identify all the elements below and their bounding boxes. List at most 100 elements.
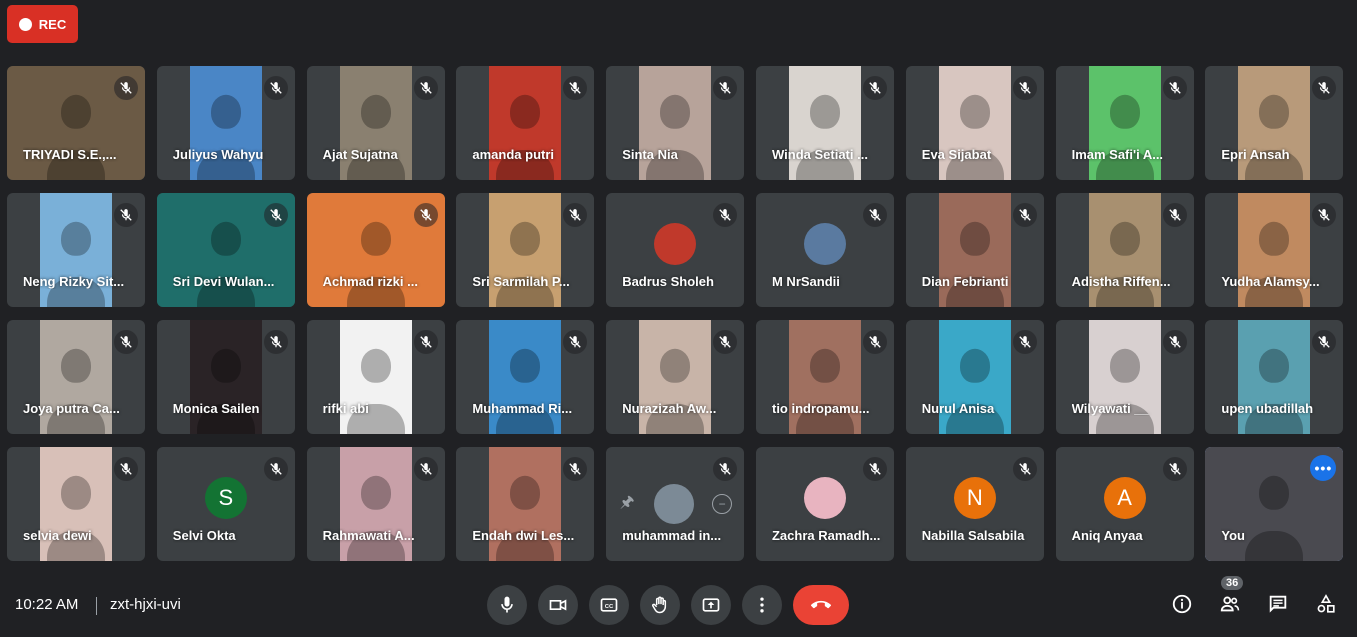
participant-tile[interactable]: Sri Sarmilah P... (456, 193, 595, 307)
participant-tile[interactable]: amanda putri (456, 66, 595, 180)
mic-off-icon (862, 457, 887, 481)
participant-tile[interactable]: Sinta Nia (606, 66, 745, 180)
participant-tile[interactable]: upen ubadillah (1205, 320, 1344, 434)
people-button[interactable]: 36 (1217, 576, 1244, 617)
participant-tile[interactable]: Yudha Alamsy... (1205, 193, 1344, 307)
pin-icon[interactable]: 🖈 (618, 494, 636, 513)
participant-name: Neng Rizky Sit... (23, 274, 125, 289)
tile-hover-controls: 🖈 − (618, 484, 733, 524)
participant-video (938, 193, 1011, 307)
camera-icon (549, 599, 567, 611)
self-tile[interactable]: ••• You (1205, 447, 1344, 561)
participant-tile[interactable]: N Nabilla Salsabila (905, 447, 1044, 561)
mic-off-icon (263, 203, 288, 227)
participant-tile[interactable]: Monica Sailen (156, 320, 295, 434)
participant-video (938, 320, 1011, 434)
participant-name: M NrSandii (771, 274, 840, 289)
more-options-button[interactable] (742, 585, 782, 625)
participant-tile[interactable]: Wilyawati __ (1055, 320, 1194, 434)
participant-name: upen ubadillah (1221, 401, 1314, 416)
people-icon (1220, 596, 1240, 612)
participant-count-badge: 36 (1221, 576, 1244, 590)
participant-name: Aniq Anyaa (1071, 528, 1143, 543)
camera-button[interactable] (538, 585, 578, 625)
participant-name: Monica Sailen (172, 401, 260, 416)
participant-tile[interactable]: 🖈 − muhammad in... (606, 447, 745, 561)
record-dot-icon (18, 17, 32, 31)
participant-tile[interactable]: Ajat Sujatna (306, 66, 445, 180)
recording-indicator: REC (7, 5, 78, 43)
participant-tile[interactable]: Sri Devi Wulan... (156, 193, 295, 307)
mic-off-icon (862, 76, 887, 100)
participant-name: Joya putra Ca... (23, 401, 120, 416)
participant-tile[interactable]: A Aniq Anyaa (1055, 447, 1194, 561)
participant-tile[interactable]: Epri Ansah (1205, 66, 1344, 180)
mic-off-icon (263, 76, 288, 100)
participant-tile[interactable]: S Selvi Okta (156, 447, 295, 561)
participant-tile[interactable]: Winda Setiati ... (755, 66, 894, 180)
participant-tile[interactable]: Achmad rizki ... (306, 193, 445, 307)
participant-name: Sri Devi Wulan... (172, 274, 275, 289)
mic-off-icon (1162, 457, 1187, 481)
participant-name: Rahmawati A... (322, 528, 415, 543)
participant-tile[interactable]: Adistha Riffen... (1055, 193, 1194, 307)
mic-off-icon (563, 76, 588, 100)
participant-tile[interactable]: M NrSandii (755, 193, 894, 307)
chat-button[interactable] (1265, 591, 1291, 617)
participant-name: Sinta Nia (622, 147, 678, 162)
participant-tile[interactable]: Muhammad Ri... (456, 320, 595, 434)
participant-tile[interactable]: tio indropamu... (755, 320, 894, 434)
participant-video (189, 66, 262, 180)
mic-off-icon (713, 203, 738, 227)
participant-name: Ajat Sujatna (322, 147, 398, 162)
participant-tile[interactable]: selvia dewi (7, 447, 145, 561)
captions-button[interactable]: CC (589, 585, 629, 625)
participant-name: amanda putri (472, 147, 555, 162)
mic-off-icon (563, 330, 588, 354)
participant-tile[interactable]: Dian Febrianti (905, 193, 1044, 307)
mic-off-icon (713, 330, 738, 354)
participant-video (1238, 66, 1311, 180)
meeting-details-button[interactable] (1169, 591, 1195, 617)
participant-tile[interactable]: Endah dwi Les... (456, 447, 595, 561)
participant-name: Nurul Anisa (921, 401, 995, 416)
mic-off-icon (263, 330, 288, 354)
participant-name: Yudha Alamsy... (1221, 274, 1320, 289)
participant-tile[interactable]: Zachra Ramadh... (755, 447, 894, 561)
mic-off-icon (413, 203, 438, 227)
raise-hand-button[interactable] (640, 585, 680, 625)
participant-video (1088, 320, 1161, 434)
meeting-code: zxt-hjxi-uvi (110, 596, 181, 613)
participant-tile[interactable]: Badrus Sholeh (606, 193, 745, 307)
present-screen-icon (702, 598, 720, 612)
participant-video (788, 320, 861, 434)
participant-tile[interactable]: Rahmawati A... (306, 447, 445, 561)
participant-video (1238, 320, 1311, 434)
participant-name: Juliyus Wahyu (172, 147, 264, 162)
participant-name: You (1221, 528, 1245, 543)
side-panel-controls: 36 (1169, 576, 1339, 617)
activities-button[interactable] (1313, 591, 1339, 617)
mic-off-icon (862, 203, 887, 227)
participant-tile[interactable]: rifki abi (306, 320, 445, 434)
participant-name: Imam Safi'i A... (1071, 147, 1164, 162)
leave-call-button[interactable] (793, 585, 849, 625)
participant-name: TRIYADI S.E.,... (23, 147, 117, 162)
participant-tile[interactable]: Eva Sijabat (905, 66, 1044, 180)
mic-off-icon (1162, 76, 1187, 100)
remove-icon[interactable]: − (712, 494, 733, 514)
participant-tile[interactable]: Nurazizah Aw... (606, 320, 745, 434)
participant-tile[interactable]: Joya putra Ca... (7, 320, 145, 434)
participant-name: Achmad rizki ... (322, 274, 418, 289)
meeting-time: 10:22 AM (15, 596, 79, 613)
mic-off-icon (114, 330, 138, 354)
participant-tile[interactable]: Imam Safi'i A... (1055, 66, 1194, 180)
captions-icon: CC (600, 598, 618, 612)
present-button[interactable] (691, 585, 731, 625)
participant-tile[interactable]: Juliyus Wahyu (156, 66, 295, 180)
microphone-button[interactable] (487, 585, 527, 625)
participant-tile[interactable]: Nurul Anisa (905, 320, 1044, 434)
participant-name: tio indropamu... (771, 401, 870, 416)
participant-tile[interactable]: Neng Rizky Sit... (7, 193, 145, 307)
participant-tile[interactable]: TRIYADI S.E.,... (7, 66, 145, 180)
